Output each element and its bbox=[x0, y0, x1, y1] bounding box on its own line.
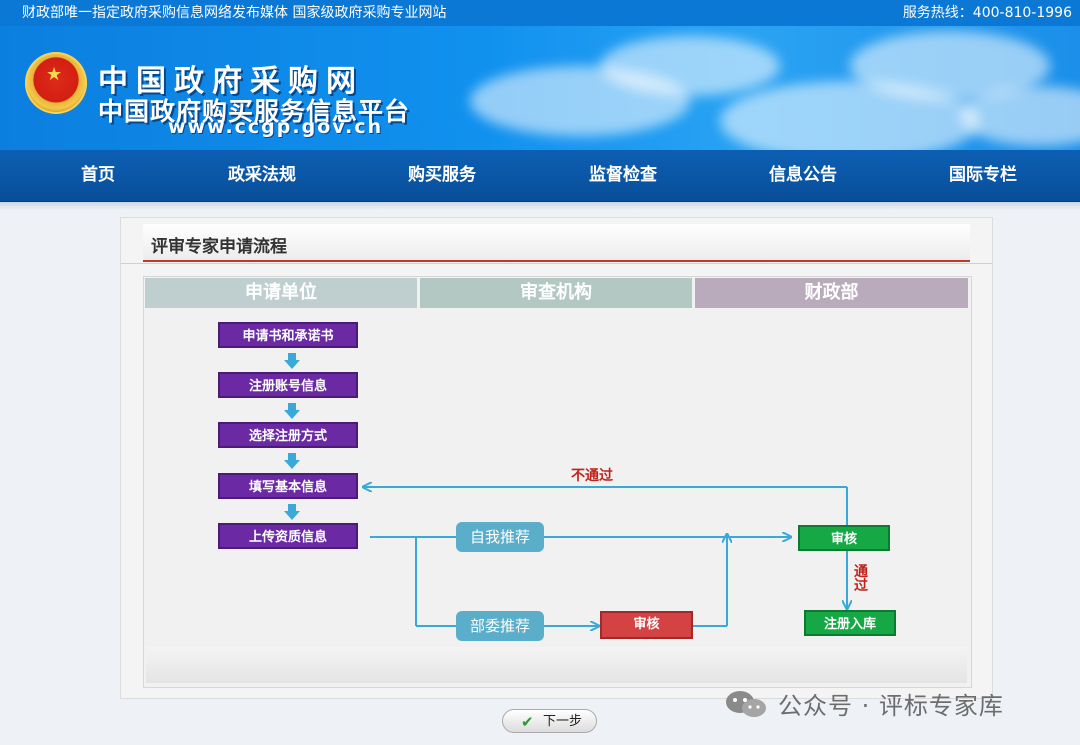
self-recommend-node: 自我推荐 bbox=[456, 522, 544, 552]
down-arrow-icon bbox=[284, 504, 300, 520]
ministry-recommend-node: 部委推荐 bbox=[456, 611, 544, 641]
fail-label: 不通过 bbox=[571, 468, 613, 484]
main-nav: 首页 政采法规 购买服务 监督检查 信息公告 国际专栏 bbox=[0, 150, 1080, 202]
flowchart: 申请单位 审查机构 财政部 申请书和承诺书 注册账号信息 选择注册方式 填写基本… bbox=[143, 276, 972, 688]
site-url: www.ccgp.gov.cn bbox=[168, 116, 384, 138]
slogan-text: 财政部唯一指定政府采购信息网络发布媒体 国家级政府采购专业网站 bbox=[22, 5, 447, 21]
step-upload-qualifications: 上传资质信息 bbox=[218, 523, 358, 549]
site-banner: ★ 中国政府采购网 中国政府购买服务信息平台 www.ccgp.gov.cn bbox=[0, 26, 1080, 150]
mof-review-node: 审核 bbox=[798, 525, 890, 551]
next-step-label: 下一步 bbox=[543, 714, 583, 729]
nav-shadow bbox=[0, 202, 1080, 210]
wechat-icon bbox=[726, 691, 766, 717]
nav-item-purchase-services[interactable]: 购买服务 bbox=[372, 150, 512, 201]
panel-title: 评审专家申请流程 bbox=[151, 237, 287, 257]
nav-item-regulations[interactable]: 政采法规 bbox=[192, 150, 332, 201]
step-application-letter: 申请书和承诺书 bbox=[218, 322, 358, 348]
content-panel: 评审专家申请流程 申请单位 审查机构 财政部 申请书和承诺书 注册账号信息 选择… bbox=[120, 217, 993, 699]
nav-item-supervision[interactable]: 监督检查 bbox=[553, 150, 693, 201]
down-arrow-icon bbox=[284, 453, 300, 469]
flow-footer bbox=[146, 647, 967, 683]
nav-item-home[interactable]: 首页 bbox=[28, 150, 168, 201]
next-step-button[interactable]: ✔ 下一步 bbox=[502, 709, 597, 733]
nav-item-announcements[interactable]: 信息公告 bbox=[733, 150, 873, 201]
watermark-text: 公众号 · 评标专家库 bbox=[778, 692, 1004, 720]
divider bbox=[121, 263, 992, 264]
register-node: 注册入库 bbox=[804, 610, 896, 636]
org-review-node: 审核 bbox=[600, 611, 693, 639]
step-basic-info: 填写基本信息 bbox=[218, 473, 358, 499]
top-info-bar: 财政部唯一指定政府采购信息网络发布媒体 国家级政府采购专业网站 服务热线：400… bbox=[0, 0, 1080, 26]
nav-item-international[interactable]: 国际专栏 bbox=[913, 150, 1053, 201]
hotline-text: 服务热线：400-810-1996 bbox=[902, 5, 1072, 21]
panel-header: 评审专家申请流程 bbox=[143, 224, 970, 262]
step-register-account: 注册账号信息 bbox=[218, 372, 358, 398]
down-arrow-icon bbox=[284, 403, 300, 419]
national-emblem-icon[interactable]: ★ bbox=[25, 52, 87, 114]
step-choose-method: 选择注册方式 bbox=[218, 422, 358, 448]
down-arrow-icon bbox=[284, 353, 300, 369]
pass-label: 通过 bbox=[854, 564, 868, 594]
check-icon: ✔ bbox=[521, 713, 534, 731]
